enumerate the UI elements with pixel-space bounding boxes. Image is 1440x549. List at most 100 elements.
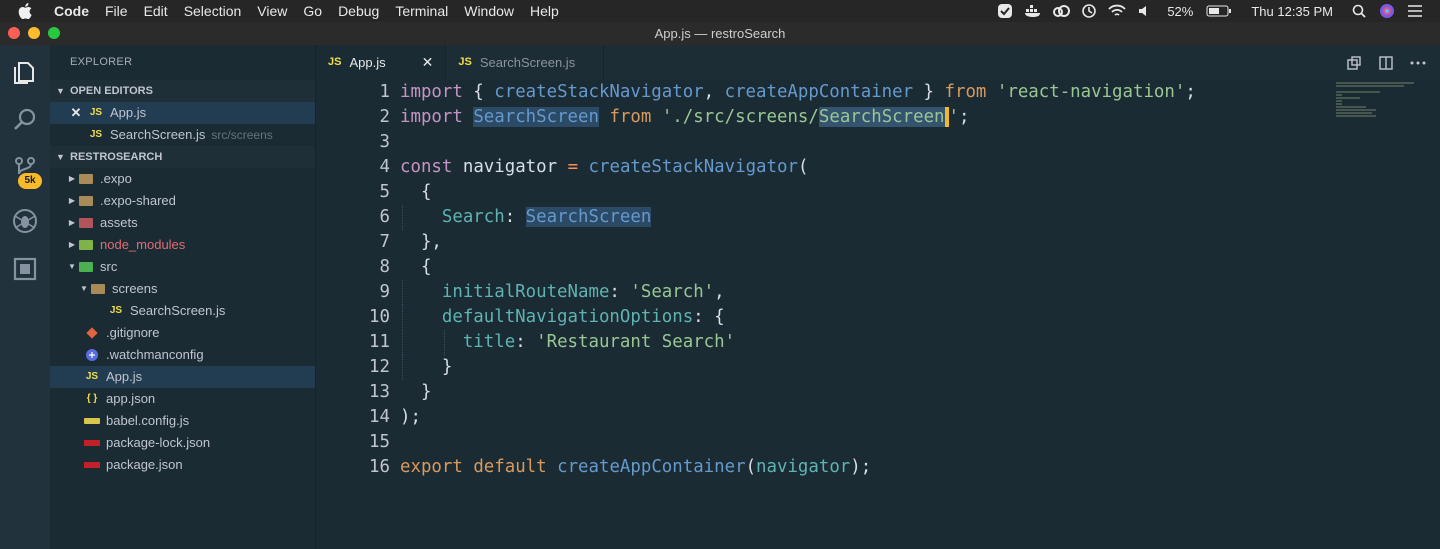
code-line: initialRouteName: 'Search', xyxy=(400,280,1340,305)
tree-item-babel-config[interactable]: babel.config.js xyxy=(50,410,315,432)
tab-label: SearchScreen.js xyxy=(479,55,576,70)
source-control-badge: 5k xyxy=(18,173,42,189)
tab-app-js[interactable]: JS App.js ✕ xyxy=(316,45,447,80)
tab-searchscreen-js[interactable]: JS SearchScreen.js xyxy=(446,45,605,80)
tree-item-package-lock[interactable]: package-lock.json xyxy=(50,432,315,454)
menu-file[interactable]: File xyxy=(97,0,136,22)
apple-logo-icon[interactable] xyxy=(18,3,44,19)
tree-item-assets[interactable]: ▶ assets xyxy=(50,212,315,234)
code-token: './src/screens/ xyxy=(661,107,819,127)
menu-window[interactable]: Window xyxy=(456,0,522,22)
code-token: export xyxy=(400,457,463,477)
menu-view[interactable]: View xyxy=(249,0,295,22)
open-editors-header[interactable]: ▼ OPEN EDITORS xyxy=(50,80,315,102)
menu-debug[interactable]: Debug xyxy=(330,0,387,22)
line-number: 4 xyxy=(379,157,390,177)
code-line: ); xyxy=(400,407,421,427)
menu-app-code[interactable]: Code xyxy=(46,0,97,22)
line-number: 7 xyxy=(379,232,390,252)
folder-icon xyxy=(78,172,94,186)
extensions-icon[interactable] xyxy=(0,245,50,293)
tree-item-node-modules[interactable]: ▶ node_modules xyxy=(50,234,315,256)
docker-icon[interactable] xyxy=(1024,3,1042,19)
more-actions-icon[interactable] xyxy=(1402,53,1434,73)
chevron-down-icon: ▼ xyxy=(56,86,65,96)
close-window-button[interactable] xyxy=(8,27,20,39)
menu-terminal[interactable]: Terminal xyxy=(387,0,456,22)
menu-edit[interactable]: Edit xyxy=(136,0,176,22)
spotlight-search-icon[interactable] xyxy=(1350,3,1368,19)
search-icon[interactable] xyxy=(0,96,50,144)
menu-selection[interactable]: Selection xyxy=(176,0,250,22)
chevron-right-icon: ▶ xyxy=(68,240,76,249)
code-token: from xyxy=(609,107,652,127)
clock[interactable]: Thu 12:35 PM xyxy=(1251,4,1333,19)
battery-icon[interactable] xyxy=(1206,3,1232,19)
zoom-window-button[interactable] xyxy=(48,27,60,39)
open-editor-searchscreen-js[interactable]: JS SearchScreen.js src/screens xyxy=(50,124,315,146)
minimize-window-button[interactable] xyxy=(28,27,40,39)
menu-go[interactable]: Go xyxy=(295,0,330,22)
tree-item-expo[interactable]: ▶ .expo xyxy=(50,168,315,190)
open-changes-icon[interactable] xyxy=(1338,53,1370,73)
tree-item-label: src xyxy=(100,259,118,274)
tree-item-app-js[interactable]: JS App.js xyxy=(50,366,315,388)
volume-icon[interactable] xyxy=(1136,3,1154,19)
src-folder-icon xyxy=(78,260,94,274)
open-editor-app-js[interactable]: ✕ JS App.js xyxy=(50,102,315,124)
line-number: 11 xyxy=(369,332,390,352)
code-token: title xyxy=(462,332,516,352)
line-number: 15 xyxy=(369,432,390,452)
close-icon[interactable]: ✕ xyxy=(422,45,434,80)
line-number: 13 xyxy=(369,382,390,402)
code-token: 'react-navigation' xyxy=(996,82,1186,102)
time-machine-icon[interactable] xyxy=(1080,3,1098,19)
watchman-icon xyxy=(84,348,100,362)
code-token: from xyxy=(944,82,987,102)
status-area: 52% Thu 12:35 PM xyxy=(991,0,1440,22)
project-header[interactable]: ▼ RESTROSEARCH xyxy=(50,146,315,168)
wifi-icon[interactable] xyxy=(1108,3,1126,19)
code-token: createStackNavigator xyxy=(588,157,798,177)
node-folder-icon xyxy=(78,238,94,252)
tree-item-label: package-lock.json xyxy=(106,435,211,450)
tree-item-src[interactable]: ▼ src xyxy=(50,256,315,278)
code-token: createStackNavigator xyxy=(494,82,704,102)
minimap[interactable] xyxy=(1336,82,1416,117)
code-token: navigator xyxy=(756,457,851,477)
split-editor-icon[interactable] xyxy=(1370,53,1402,73)
close-icon[interactable]: ✕ xyxy=(68,102,84,124)
menu-help[interactable]: Help xyxy=(522,0,567,22)
todo-check-icon[interactable] xyxy=(996,3,1014,19)
tree-item-label: babel.config.js xyxy=(106,413,190,428)
tree-item-expo-shared[interactable]: ▶ .expo-shared xyxy=(50,190,315,212)
tree-item-label: .gitignore xyxy=(106,325,160,340)
battery-percent: 52% xyxy=(1167,3,1194,19)
git-icon xyxy=(84,326,100,340)
explorer-icon[interactable] xyxy=(0,47,50,95)
creative-cloud-icon[interactable] xyxy=(1052,3,1071,19)
code-line: const navigator = createStackNavigator( xyxy=(400,157,809,177)
code-line: } xyxy=(400,355,1340,380)
tree-item-app-json[interactable]: { } app.json xyxy=(50,388,315,410)
tree-item-watchmanconfig[interactable]: .watchmanconfig xyxy=(50,344,315,366)
tree-item-screens[interactable]: ▼ screens xyxy=(50,278,315,300)
code-line: defaultNavigationOptions: { xyxy=(400,305,1340,330)
tree-item-package-json[interactable]: package.json xyxy=(50,454,315,476)
tree-item-searchscreen-js[interactable]: JS SearchScreen.js xyxy=(50,300,315,322)
code-token: default xyxy=(473,457,547,477)
explorer-title: EXPLORER xyxy=(70,56,133,68)
project-label: RESTROSEARCH xyxy=(70,151,163,163)
json-braces-icon: { } xyxy=(86,393,98,404)
debug-icon[interactable] xyxy=(0,197,50,245)
tree-item-gitignore[interactable]: .gitignore xyxy=(50,322,315,344)
notification-center-icon[interactable] xyxy=(1406,3,1424,19)
code-token: import xyxy=(400,107,463,127)
explorer-sidebar: EXPLORER ▼ OPEN EDITORS ✕ JS App.js JS S… xyxy=(50,45,316,549)
tab-label: App.js xyxy=(349,55,386,70)
code-editor[interactable]: 1 2 3 4 5 6 7 8 9 10 11 12 13 14 15 16 i… xyxy=(316,80,1440,549)
siri-icon[interactable] xyxy=(1378,3,1396,19)
js-file-icon: JS xyxy=(109,305,123,316)
code-area[interactable]: import { createStackNavigator, createApp… xyxy=(400,80,1340,480)
